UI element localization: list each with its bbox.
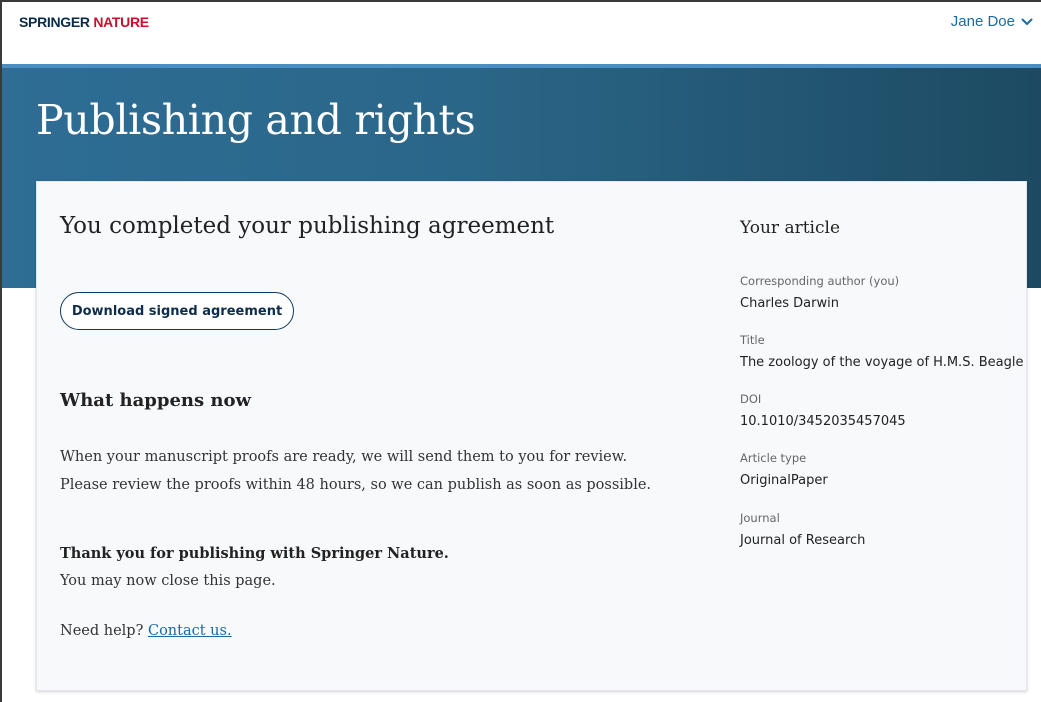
meta-title: Title The zoology of the voyage of H.M.S… (740, 332, 1024, 372)
top-bar: SPRINGER NATURE Jane Doe (0, 0, 1041, 64)
meta-journal: Journal Journal of Research (740, 510, 1020, 550)
chevron-down-icon (1021, 18, 1033, 26)
user-name: Jane Doe (950, 13, 1015, 30)
meta-label: Title (740, 333, 765, 347)
help-prefix: Need help? (60, 623, 144, 639)
springer-nature-logo[interactable]: SPRINGER NATURE (19, 14, 149, 30)
meta-value: 10.1010/3452035457045 (740, 414, 906, 429)
download-signed-agreement-button[interactable]: Download signed agreement (60, 292, 294, 330)
completed-title: You completed your publishing agreement (60, 213, 555, 239)
meta-article-type: Article type OriginalPaper (740, 450, 1020, 490)
meta-label: DOI (740, 392, 762, 406)
meta-label: Corresponding author (you) (740, 274, 900, 288)
meta-corresponding-author: Corresponding author (you) Charles Darwi… (740, 273, 1020, 313)
contact-us-link[interactable]: Contact us. (148, 623, 232, 639)
meta-label: Article type (740, 451, 807, 465)
meta-doi: DOI 10.1010/3452035457045 (740, 391, 1020, 431)
close-note: You may now close this page. (60, 573, 276, 589)
thanks-text: Thank you for publishing with Springer N… (60, 545, 449, 562)
meta-value: OriginalPaper (740, 473, 828, 488)
help-line: Need help? Contact us. (60, 623, 232, 639)
your-article-heading: Your article (740, 218, 841, 238)
meta-label: Journal (740, 511, 780, 525)
user-menu[interactable]: Jane Doe (951, 13, 1033, 30)
page-title: Publishing and rights (36, 96, 476, 144)
meta-value: The zoology of the voyage of H.M.S. Beag… (740, 355, 1024, 370)
logo-springer: SPRINGER (19, 14, 90, 30)
logo-nature: NATURE (93, 14, 149, 30)
what-happens-text: When your manuscript proofs are ready, w… (60, 449, 652, 493)
meta-value: Charles Darwin (740, 296, 839, 311)
content-card: You completed your publishing agreement … (36, 181, 1027, 691)
meta-value: Journal of Research (740, 533, 866, 548)
what-happens-heading: What happens now (60, 390, 251, 411)
